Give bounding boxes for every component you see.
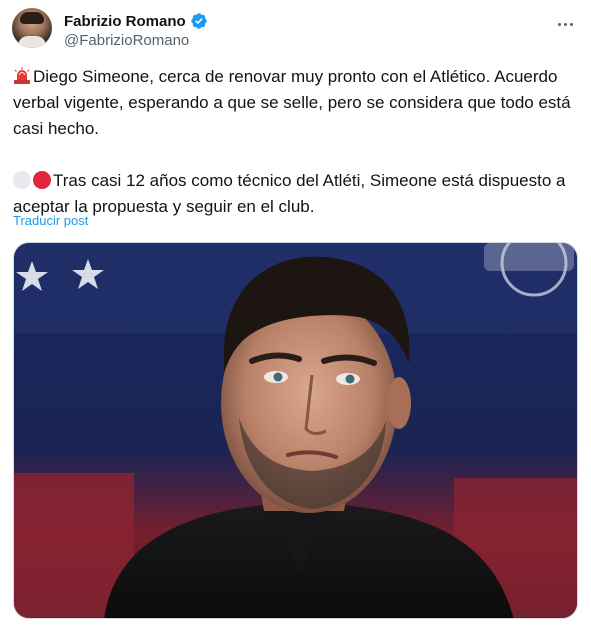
tweet-paragraph-1-text: Diego Simeone, cerca de renovar muy pron… (13, 67, 571, 138)
tweet-paragraph-2-text: Tras casi 12 años como técnico del Atlét… (13, 171, 566, 216)
white-circle-icon (13, 171, 31, 189)
tweet-paragraph-2: Tras casi 12 años como técnico del Atlét… (13, 168, 578, 220)
more-options-icon[interactable] (555, 14, 575, 34)
photo-image (14, 243, 577, 618)
avatar[interactable] (12, 8, 52, 48)
author-handle[interactable]: @FabrizioRomano (64, 32, 208, 49)
red-circle-icon (33, 171, 51, 189)
tweet-card: Fabrizio Romano @FabrizioRomano Diego Si… (0, 0, 591, 627)
tweet-paragraph-1: Diego Simeone, cerca de renovar muy pron… (13, 64, 578, 142)
author-info: Fabrizio Romano @FabrizioRomano (64, 11, 208, 49)
tweet-header: Fabrizio Romano @FabrizioRomano (12, 8, 579, 56)
author-display-name[interactable]: Fabrizio Romano (64, 13, 186, 30)
rotating-light-icon (14, 67, 30, 84)
tweet-text: Diego Simeone, cerca de renovar muy pron… (13, 64, 578, 220)
translate-post-link[interactable]: Traducir post (13, 213, 88, 228)
tweet-photo[interactable] (13, 242, 578, 619)
verified-badge-icon (190, 13, 207, 29)
